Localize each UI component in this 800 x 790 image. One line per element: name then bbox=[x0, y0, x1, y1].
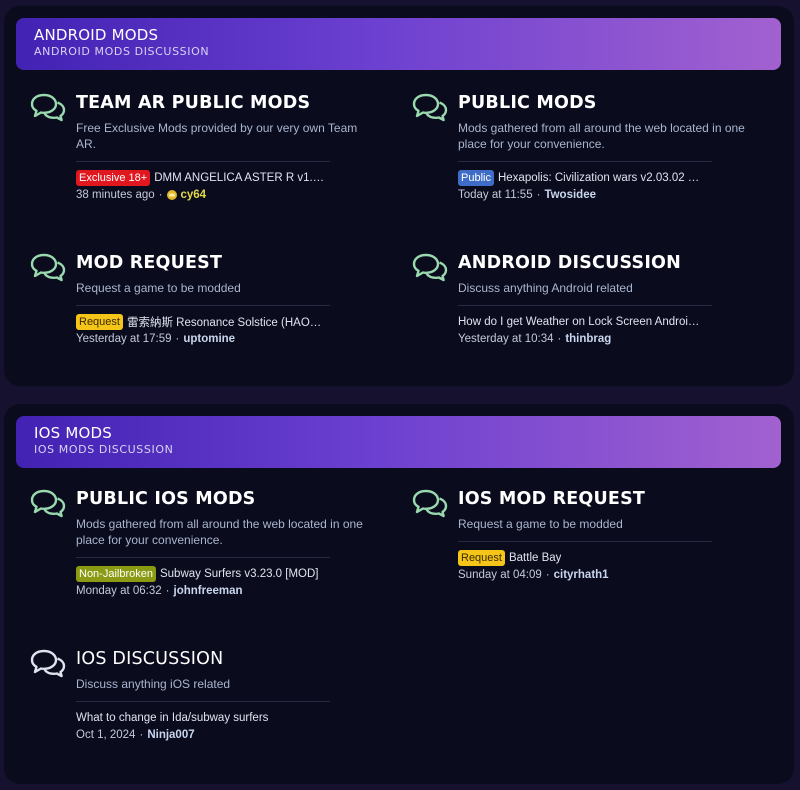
forum-node-team-ar-public-mods: TEAM AR PUBLIC MODS Free Exclusive Mods … bbox=[30, 92, 370, 202]
node-description: Request a game to be modded bbox=[458, 517, 623, 531]
latest-thread: Exclusive 18+ DMM ANGELICA ASTER R v1.… bbox=[76, 170, 330, 186]
forum-node-mod-request: MOD REQUEST Request a game to be modded … bbox=[30, 252, 370, 362]
chat-bubbles-icon bbox=[30, 93, 66, 122]
node-title[interactable]: TEAM AR PUBLIC MODS bbox=[76, 92, 376, 114]
latest-thread-user[interactable]: cy64 bbox=[166, 189, 206, 201]
latest-thread-title[interactable]: Subway Surfers v3.23.0 [MOD] bbox=[160, 568, 319, 580]
divider bbox=[76, 161, 330, 162]
forum-node-ios-discussion: IOS DISCUSSION Discuss anything iOS rela… bbox=[30, 648, 370, 758]
username[interactable]: Ninja007 bbox=[147, 729, 194, 741]
username[interactable]: cityrhath1 bbox=[554, 569, 609, 581]
category-subtitle: IOS MODS DISCUSSION bbox=[34, 443, 174, 456]
latest-thread-meta: Sunday at 04:09 · cityrhath1 bbox=[458, 567, 758, 583]
chat-bubbles-icon bbox=[30, 489, 66, 518]
username[interactable]: uptomine bbox=[183, 333, 235, 345]
divider bbox=[76, 557, 330, 558]
forum-node-ios-mod-request: IOS MOD REQUEST Request a game to be mod… bbox=[412, 488, 752, 598]
category-subtitle: ANDROID MODS DISCUSSION bbox=[34, 45, 210, 58]
latest-thread-time[interactable]: Yesterday at 10:34 bbox=[458, 333, 553, 345]
latest-thread: How do I get Weather on Lock Screen Andr… bbox=[458, 314, 712, 330]
forum-node-android-discussion: ANDROID DISCUSSION Discuss anything Andr… bbox=[412, 252, 752, 362]
chat-bubbles-icon bbox=[412, 253, 448, 282]
latest-thread-meta: Monday at 06:32 · johnfreeman bbox=[76, 583, 376, 599]
latest-thread-meta: 38 minutes ago · cy64 bbox=[76, 187, 376, 203]
forum-node-public-mods: PUBLIC MODS Mods gathered from all aroun… bbox=[412, 92, 752, 212]
latest-thread-time[interactable]: Yesterday at 17:59 bbox=[76, 333, 171, 345]
category-header[interactable]: ANDROID MODS ANDROID MODS DISCUSSION bbox=[16, 18, 781, 70]
chat-bubbles-icon bbox=[412, 489, 448, 518]
category-android-mods: ANDROID MODS ANDROID MODS DISCUSSION TEA… bbox=[4, 6, 794, 386]
latest-thread-title[interactable]: Hexapolis: Civilization wars v2.03.02 … bbox=[498, 172, 699, 184]
latest-thread-meta: Yesterday at 10:34 · thinbrag bbox=[458, 331, 758, 347]
latest-thread-meta: Today at 11:55 · Twosidee bbox=[458, 187, 758, 203]
prefix-badge-public[interactable]: Public bbox=[458, 170, 494, 186]
chat-bubbles-outline-icon bbox=[30, 649, 66, 678]
prefix-badge-request[interactable]: Request bbox=[76, 314, 123, 330]
category-title[interactable]: ANDROID MODS bbox=[34, 26, 763, 44]
latest-thread-title[interactable]: Battle Bay bbox=[509, 552, 561, 564]
node-description: Mods gathered from all around the web lo… bbox=[76, 517, 363, 547]
node-title[interactable]: PUBLIC IOS MODS bbox=[76, 488, 376, 510]
meta-separator: · bbox=[545, 569, 550, 581]
latest-thread: Non-Jailbroken Subway Surfers v3.23.0 [M… bbox=[76, 566, 330, 582]
node-title[interactable]: PUBLIC MODS bbox=[458, 92, 758, 114]
forum-node-public-ios-mods: PUBLIC IOS MODS Mods gathered from all a… bbox=[30, 488, 370, 608]
latest-thread-title[interactable]: 雷索納斯 Resonance Solstice (HAO… bbox=[127, 314, 321, 330]
chat-bubbles-icon bbox=[412, 93, 448, 122]
node-description: Free Exclusive Mods provided by our very… bbox=[76, 121, 358, 151]
latest-thread-time[interactable]: 38 minutes ago bbox=[76, 189, 155, 201]
divider bbox=[458, 305, 712, 306]
category-title[interactable]: IOS MODS bbox=[34, 424, 763, 442]
prefix-badge-exclusive[interactable]: Exclusive 18+ bbox=[76, 170, 151, 186]
latest-thread-meta: Oct 1, 2024 · Ninja007 bbox=[76, 727, 376, 743]
node-title[interactable]: IOS MOD REQUEST bbox=[458, 488, 758, 510]
username[interactable]: johnfreeman bbox=[174, 585, 243, 597]
divider bbox=[458, 541, 712, 542]
divider bbox=[76, 701, 330, 702]
latest-thread-time[interactable]: Oct 1, 2024 bbox=[76, 729, 135, 741]
prefix-badge-non-jailbroken[interactable]: Non-Jailbroken bbox=[76, 566, 156, 582]
divider bbox=[76, 305, 330, 306]
crown-icon bbox=[167, 190, 178, 200]
latest-thread: Request Battle Bay bbox=[458, 550, 712, 566]
category-header[interactable]: IOS MODS IOS MODS DISCUSSION bbox=[16, 416, 781, 468]
meta-separator: · bbox=[158, 189, 163, 201]
node-description: Mods gathered from all around the web lo… bbox=[458, 121, 745, 151]
latest-thread: Request 雷索納斯 Resonance Solstice (HAO… bbox=[76, 314, 330, 330]
meta-separator: · bbox=[165, 585, 170, 597]
latest-thread: What to change in Ida/subway surfers bbox=[76, 710, 330, 726]
latest-thread-title[interactable]: What to change in Ida/subway surfers bbox=[76, 712, 268, 724]
chat-bubbles-icon bbox=[30, 253, 66, 282]
latest-thread-time[interactable]: Sunday at 04:09 bbox=[458, 569, 542, 581]
latest-thread-title[interactable]: How do I get Weather on Lock Screen Andr… bbox=[458, 316, 699, 328]
category-ios-mods: IOS MODS IOS MODS DISCUSSION PUBLIC IOS … bbox=[4, 404, 794, 784]
username[interactable]: thinbrag bbox=[565, 333, 611, 345]
username[interactable]: cy64 bbox=[180, 189, 206, 201]
node-title[interactable]: ANDROID DISCUSSION bbox=[458, 252, 758, 274]
latest-thread: Public Hexapolis: Civilization wars v2.0… bbox=[458, 170, 712, 186]
latest-thread-time[interactable]: Today at 11:55 bbox=[458, 189, 533, 201]
meta-separator: · bbox=[536, 189, 541, 201]
latest-thread-time[interactable]: Monday at 06:32 bbox=[76, 585, 162, 597]
divider bbox=[458, 161, 712, 162]
node-description: Discuss anything Android related bbox=[458, 281, 633, 295]
node-description: Request a game to be modded bbox=[76, 281, 241, 295]
prefix-badge-request[interactable]: Request bbox=[458, 550, 505, 566]
node-title[interactable]: IOS DISCUSSION bbox=[76, 648, 376, 670]
node-title[interactable]: MOD REQUEST bbox=[76, 252, 376, 274]
latest-thread-meta: Yesterday at 17:59 · uptomine bbox=[76, 331, 376, 347]
username[interactable]: Twosidee bbox=[544, 189, 596, 201]
meta-separator: · bbox=[175, 333, 180, 345]
meta-separator: · bbox=[139, 729, 144, 741]
latest-thread-title[interactable]: DMM ANGELICA ASTER R v1.… bbox=[154, 172, 324, 184]
meta-separator: · bbox=[557, 333, 562, 345]
node-description: Discuss anything iOS related bbox=[76, 677, 231, 691]
